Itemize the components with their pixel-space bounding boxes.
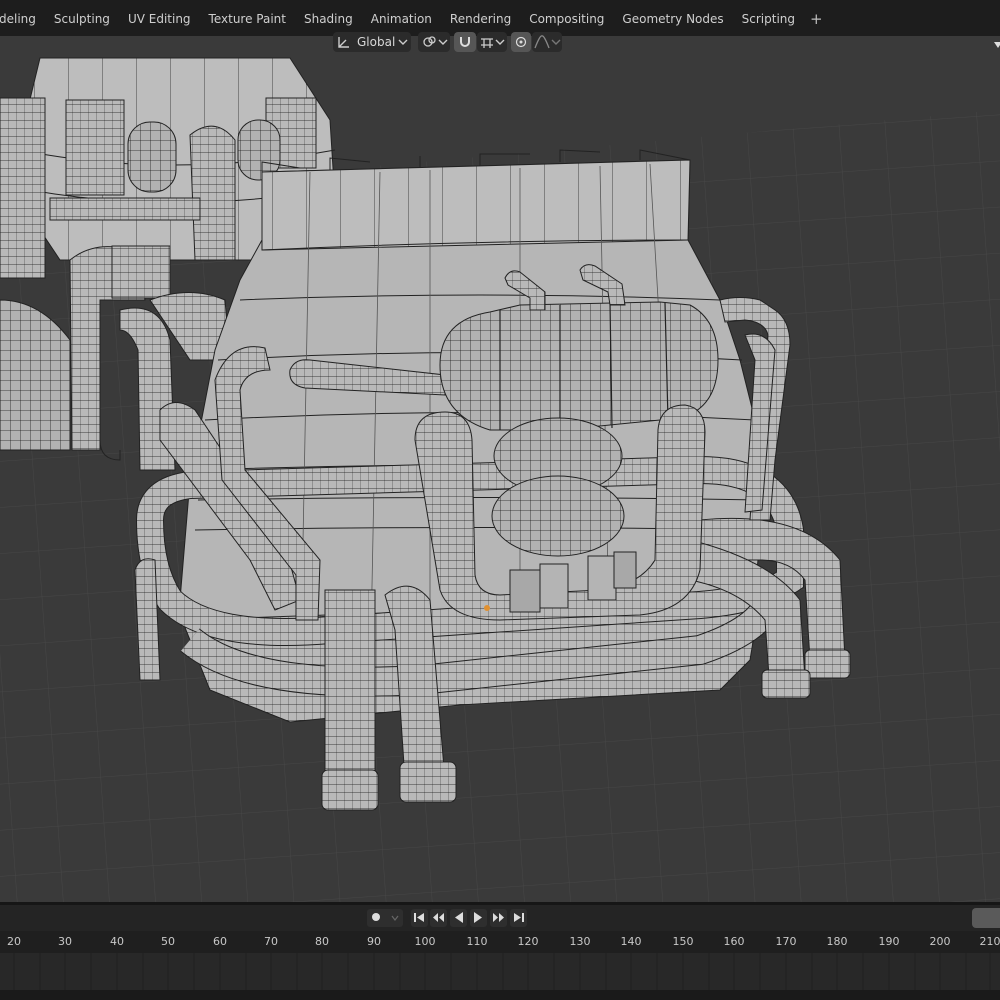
tab-shading[interactable]: Shading [295, 6, 362, 32]
chevron-down-icon [398, 39, 408, 45]
track-gridlines [13, 953, 991, 990]
jump-start-button[interactable] [411, 909, 428, 927]
tab-scripting[interactable]: Scripting [733, 6, 804, 32]
transform-orientation-dropdown[interactable]: Global [333, 32, 411, 52]
frame-tick: 30 [58, 935, 72, 948]
frame-tick: 110 [466, 935, 488, 948]
collapse-arrow-icon[interactable] [994, 40, 1000, 50]
record-keyframe-icon [372, 913, 380, 921]
frame-tick: 130 [569, 935, 591, 948]
viewport-header: Global [0, 30, 1000, 56]
timeline-header [0, 905, 1000, 931]
frame-tick: 50 [161, 935, 175, 948]
frame-ruler[interactable]: 20 30 40 50 60 70 80 90 100 110 120 130 … [0, 931, 1000, 953]
pivot-point-icon [423, 36, 436, 47]
tab-compositing[interactable]: Compositing [520, 6, 613, 32]
tab-texture-paint[interactable]: Texture Paint [200, 6, 295, 32]
chevron-down-icon [495, 39, 505, 45]
frame-tick: 90 [367, 935, 381, 948]
orientation-label: Global [357, 35, 396, 49]
transform-orientation-icon [338, 37, 349, 48]
prev-keyframe-icon [433, 913, 444, 922]
proportional-editing-icon [515, 36, 527, 48]
frame-tick: 60 [213, 935, 227, 948]
next-keyframe-icon [493, 913, 504, 922]
falloff-dropdown[interactable] [532, 32, 562, 52]
current-frame-field[interactable] [972, 908, 1000, 928]
play-button[interactable] [470, 909, 487, 927]
frame-tick: 20 [7, 935, 21, 948]
add-workspace-button[interactable]: + [804, 6, 829, 32]
status-bar [0, 990, 1000, 1000]
proportional-editing-toggle[interactable] [511, 32, 531, 52]
falloff-curve-icon [534, 35, 550, 49]
snap-magnet-icon [460, 37, 470, 47]
tab-geometry-nodes[interactable]: Geometry Nodes [613, 6, 732, 32]
frame-tick: 100 [414, 935, 436, 948]
play-icon [474, 912, 482, 923]
frame-tick: 40 [110, 935, 124, 948]
tab-rendering[interactable]: Rendering [441, 6, 520, 32]
frame-tick: 120 [517, 935, 539, 948]
timeline-tracks[interactable] [0, 953, 1000, 990]
tab-animation[interactable]: Animation [362, 6, 441, 32]
tab-sculpting[interactable]: Sculpting [45, 6, 119, 32]
prev-keyframe-button[interactable] [430, 909, 447, 927]
auto-keying-dropdown[interactable] [367, 909, 403, 927]
frame-tick: 210 [979, 935, 1000, 948]
tab-uv-editing[interactable]: UV Editing [119, 6, 200, 32]
play-reverse-icon [455, 912, 463, 923]
jump-end-button[interactable] [510, 909, 527, 927]
jump-end-icon [514, 913, 524, 922]
play-reverse-button[interactable] [450, 909, 467, 927]
snap-target-dropdown[interactable] [477, 32, 507, 52]
frame-tick: 180 [826, 935, 848, 948]
3d-viewport[interactable] [0, 56, 1000, 902]
jump-start-icon [414, 913, 424, 922]
frame-tick: 70 [264, 935, 278, 948]
origin-point-icon [484, 605, 490, 611]
chevron-down-icon [551, 39, 561, 45]
frame-tick: 190 [878, 935, 900, 948]
viewport-canvas[interactable] [0, 56, 1000, 902]
frame-tick: 80 [315, 935, 329, 948]
snap-toggle[interactable] [454, 32, 476, 52]
frame-tick: 170 [775, 935, 797, 948]
chevron-down-icon [438, 39, 448, 45]
frame-tick: 160 [723, 935, 745, 948]
snap-increment-icon [481, 38, 493, 48]
workspace-tabs: deling Sculpting UV Editing Texture Pain… [0, 6, 829, 32]
frame-tick: 140 [620, 935, 642, 948]
frame-tick: 200 [929, 935, 951, 948]
chevron-down-icon [391, 915, 399, 921]
pivot-point-dropdown[interactable] [418, 32, 450, 52]
tab-modeling[interactable]: deling [0, 6, 45, 32]
next-keyframe-button[interactable] [490, 909, 507, 927]
frame-tick: 150 [672, 935, 694, 948]
